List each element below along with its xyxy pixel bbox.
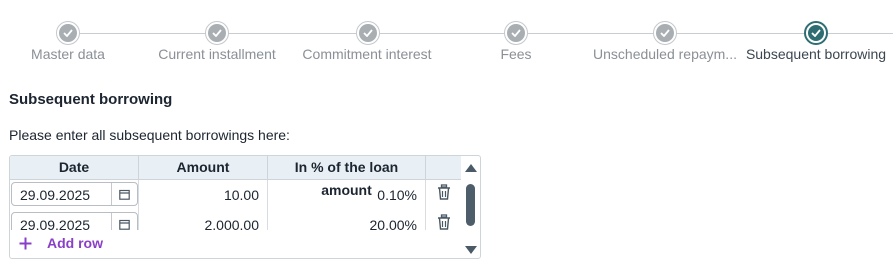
step-label: Unscheduled repaym... <box>593 46 737 62</box>
step-indicator <box>804 21 828 45</box>
date-cell: 29.09.2025 <box>10 210 139 230</box>
amount-value: 2,000.00 <box>204 217 260 230</box>
scroll-up-arrow-icon[interactable] <box>465 164 477 172</box>
percent-cell[interactable]: 0.10% <box>268 180 426 210</box>
step-label: Current installment <box>158 46 276 62</box>
step-indicator <box>56 21 80 45</box>
step-label: Commitment interest <box>302 46 432 62</box>
stepper-connector <box>79 33 209 34</box>
check-icon <box>811 29 821 37</box>
step-indicator <box>504 21 528 45</box>
column-header-percent[interactable]: In % of the loan amount <box>268 156 426 198</box>
stepper-connector <box>828 33 893 34</box>
plus-icon <box>19 237 32 249</box>
scrollbar-thumb[interactable] <box>466 184 475 226</box>
check-icon <box>660 29 670 37</box>
progress-stepper: Master data Current installment Commitme… <box>0 0 893 70</box>
date-input[interactable]: 29.09.2025 <box>11 182 138 206</box>
percent-value: 0.10% <box>377 187 417 203</box>
stepper-connector <box>380 33 504 34</box>
column-header-amount[interactable]: Amount <box>139 156 268 180</box>
trash-icon[interactable] <box>436 214 452 230</box>
check-icon <box>212 29 222 37</box>
add-row-label: Add row <box>47 235 103 251</box>
section-title: Subsequent borrowing <box>9 91 173 108</box>
stepper-connector <box>677 33 804 34</box>
borrowing-table: Date Amount In % of the loan amount 29.0… <box>9 155 481 259</box>
stepper-connector <box>229 33 356 34</box>
scroll-down-arrow-icon[interactable] <box>465 246 477 254</box>
instruction-text: Please enter all subsequent borrowings h… <box>9 127 290 143</box>
check-icon <box>363 29 373 37</box>
amount-cell[interactable]: 10.00 <box>139 180 268 210</box>
date-value: 29.09.2025 <box>20 217 91 230</box>
calendar-icon <box>119 219 130 230</box>
step-indicator <box>356 21 380 45</box>
vertical-scrollbar[interactable] <box>464 164 478 254</box>
calendar-button[interactable] <box>111 183 137 205</box>
step-indicator <box>205 21 229 45</box>
check-icon <box>63 29 73 37</box>
amount-value: 10.00 <box>223 187 259 203</box>
step-label: Fees <box>500 46 532 62</box>
table-row: 29.09.2025 2,000.00 20.00% <box>10 210 461 230</box>
table-body: 29.09.2025 10.00 0.10% 29.09.2025 2,000.… <box>10 180 461 230</box>
step-indicator <box>653 21 677 45</box>
percent-cell[interactable]: 20.00% <box>268 210 426 230</box>
add-row-button[interactable]: Add row <box>19 233 103 253</box>
column-header-actions <box>426 156 461 180</box>
percent-value: 20.00% <box>369 217 417 230</box>
calendar-button[interactable] <box>111 213 137 230</box>
step-label: Subsequent borrowing <box>745 46 887 62</box>
calendar-icon <box>119 189 130 200</box>
column-header-date[interactable]: Date <box>10 156 139 180</box>
date-cell: 29.09.2025 <box>10 180 139 210</box>
stepper-connector <box>528 33 653 34</box>
date-input[interactable]: 29.09.2025 <box>11 212 138 230</box>
table-header: Date Amount In % of the loan amount <box>10 156 461 198</box>
date-value: 29.09.2025 <box>20 187 91 203</box>
table-row: 29.09.2025 10.00 0.10% <box>10 180 461 210</box>
check-icon <box>511 29 521 37</box>
step-label: Master data <box>31 46 105 62</box>
amount-cell[interactable]: 2,000.00 <box>139 210 268 230</box>
trash-icon[interactable] <box>436 184 452 202</box>
